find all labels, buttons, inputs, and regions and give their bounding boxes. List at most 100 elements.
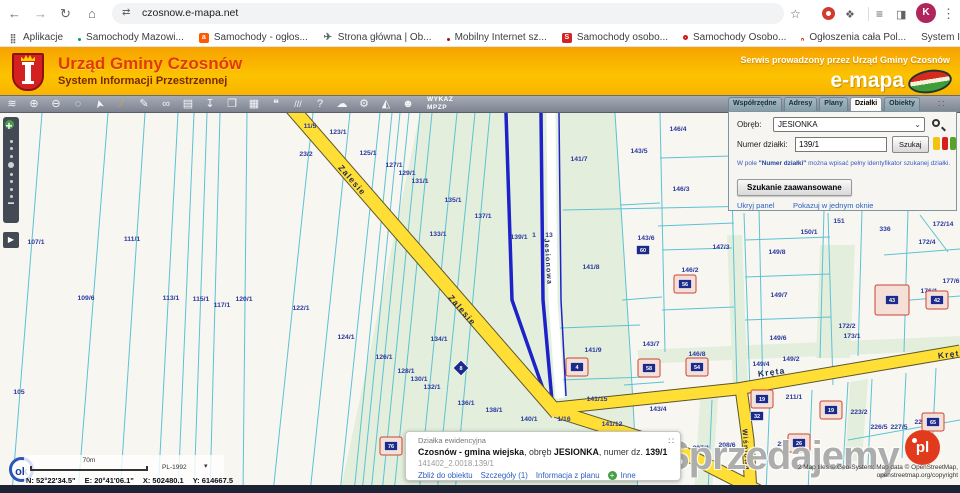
user-chat-icon[interactable]: ☻ xyxy=(401,96,415,112)
parcel-line xyxy=(243,113,247,493)
cloud-icon[interactable]: ☁ xyxy=(335,96,349,112)
favicon: L xyxy=(801,38,804,41)
chevron-down-icon: ⌄ xyxy=(914,120,921,129)
measure-stick-icon[interactable]: ∕ xyxy=(115,96,129,112)
tab-współrzędne[interactable]: Współrzędne xyxy=(728,97,782,112)
puzzle-extensions-icon[interactable]: ❖ xyxy=(845,6,855,24)
settings-icon[interactable]: ⚙ xyxy=(357,96,371,112)
profile-avatar[interactable]: K xyxy=(916,3,936,23)
forward-icon[interactable]: → xyxy=(34,5,47,23)
tab-plany[interactable]: Plany xyxy=(819,97,848,112)
side-panel-icon[interactable]: ◨ xyxy=(896,6,906,24)
anchor-icon[interactable]: ↧ xyxy=(203,96,217,112)
expand-panel-arrow[interactable]: ▶ xyxy=(3,232,19,248)
parcel-label: 109/6 xyxy=(77,295,94,302)
obreb-label: Obręb: xyxy=(737,120,761,129)
browser-menu-icon[interactable]: ⋮ xyxy=(942,5,955,23)
page-subtitle: System Informacji Przestrzennej xyxy=(58,75,227,87)
link-icon[interactable]: ∞ xyxy=(159,96,173,112)
zoom-out-icon[interactable]: ⊖ xyxy=(49,96,63,112)
parcel-label: 146/2 xyxy=(681,267,698,274)
legend-swatch-red[interactable] xyxy=(942,137,948,150)
bottom-bar xyxy=(0,485,960,493)
parcel-label: 143/7 xyxy=(642,341,659,348)
building-number: 19 xyxy=(759,397,765,403)
popup-link[interactable]: Informacja z planu xyxy=(536,471,600,480)
panel-close-icon[interactable]: ∷ xyxy=(938,99,944,110)
site-settings-icon[interactable]: ⇄ xyxy=(122,7,130,18)
reload-icon[interactable]: ↻ xyxy=(60,5,71,23)
back-icon[interactable]: ← xyxy=(8,5,21,23)
draw-line-icon[interactable]: ✎ xyxy=(137,96,151,112)
search-icon[interactable] xyxy=(932,119,940,127)
parcel-label: 150/1 xyxy=(800,229,817,236)
bookmark-item[interactable]: ⣿Aplikacje xyxy=(8,32,63,43)
single-window-link[interactable]: Pokazuj w jednym oknie xyxy=(793,201,873,210)
popup-link[interactable]: Inne xyxy=(621,471,636,480)
home-icon[interactable]: ⌂ xyxy=(88,5,96,23)
pointer-icon[interactable]: ➤ xyxy=(90,95,109,113)
bookmark-item[interactable]: L Ogłoszenia cała Pol... xyxy=(801,32,906,43)
browser-topbar: ← → ↻ ⌂ ⇄ czosnow.e-mapa.net ☆ ❖ ≡ ◨ K ⋮ xyxy=(0,0,960,28)
reading-list-icon[interactable]: ≡ xyxy=(876,5,883,23)
parcel-label: 129/1 xyxy=(398,170,415,177)
parcel-label: 137/1 xyxy=(474,213,491,220)
zoom-in-icon[interactable]: ⊕ xyxy=(27,96,41,112)
zoom-out-button[interactable]: − xyxy=(3,198,19,208)
bookmark-item[interactable]: SSamochody osobo... xyxy=(562,32,668,43)
popup-close-icon[interactable]: ∷ xyxy=(668,436,674,447)
plus-icon[interactable]: + xyxy=(608,471,617,480)
zoom-slider[interactable]: + − xyxy=(3,117,19,223)
layout-icon[interactable]: ▦ xyxy=(247,96,261,112)
parcel-label: 124/1 xyxy=(337,334,354,341)
parcel-line xyxy=(660,113,665,352)
bookmark-item[interactable]: Mobilny Internet sz... xyxy=(447,32,547,43)
szukaj-button[interactable]: Szukaj xyxy=(892,136,929,153)
prism-icon[interactable]: ◭ xyxy=(379,96,393,112)
popup-link[interactable]: Zbliż do obiektu xyxy=(418,471,473,480)
adblock-extension-icon[interactable] xyxy=(822,7,835,20)
tab-działki[interactable]: Działki xyxy=(850,97,882,112)
legend-swatch-green[interactable] xyxy=(950,137,956,150)
service-note: Serwis prowadzony przez Urząd Gminy Czos… xyxy=(740,55,950,65)
parcel-line xyxy=(620,203,660,205)
bookmark-item[interactable]: Samochody Osobo... xyxy=(683,32,786,43)
legend-swatch-yellow[interactable] xyxy=(933,137,940,150)
bookmark-star-icon[interactable]: ☆ xyxy=(790,5,801,23)
obreb-select[interactable]: JESIONKA⌄ xyxy=(773,117,925,132)
building-number: 76 xyxy=(388,444,394,450)
zoom-in-button[interactable]: + xyxy=(5,120,14,129)
copy-view-icon[interactable]: ❐ xyxy=(225,96,239,112)
bookmark-item[interactable]: ✈Strona główna | Ob... xyxy=(323,32,432,43)
bookmark-item[interactable]: Samochody Mazowi... xyxy=(78,32,184,43)
help-icon[interactable]: ? xyxy=(313,96,327,112)
tab-adresy[interactable]: Adresy xyxy=(784,97,818,112)
comment-icon[interactable]: ❝ xyxy=(269,96,283,112)
parcel-label: 147/3 xyxy=(712,244,729,251)
attribution-line2[interactable]: openstreetmap.org/copyright xyxy=(798,472,958,480)
address-bar[interactable]: ⇄ czosnow.e-mapa.net xyxy=(112,3,784,24)
bookmark-label: Ogłoszenia cała Pol... xyxy=(809,32,906,43)
tab-obiekty[interactable]: Obiekty xyxy=(884,97,920,112)
layers-icon[interactable]: ≋ xyxy=(5,96,19,112)
chevron-down-icon[interactable]: ▾ xyxy=(204,462,208,470)
advanced-search-button[interactable]: Szukanie zaawansowane xyxy=(737,179,852,196)
parcel-label: 141/8 xyxy=(582,264,599,271)
url-text: czosnow.e-mapa.net xyxy=(142,7,238,19)
popup-link[interactable]: Szczegóły (1) xyxy=(481,471,528,480)
parcel-number-input[interactable] xyxy=(795,137,887,152)
parcel-label: 223/2 xyxy=(850,409,867,416)
parcel-line xyxy=(120,113,145,493)
measure-icon[interactable]: /// xyxy=(291,96,305,112)
print-icon[interactable]: ▤ xyxy=(181,96,195,112)
bookmark-item[interactable]: aSamochody - ogłos... xyxy=(199,32,308,43)
select-area-icon[interactable]: ◌ xyxy=(71,96,85,112)
crs-dropdown[interactable]: PL-1992 xyxy=(162,464,187,471)
parcel-line xyxy=(622,297,662,300)
parcel-label: 143/6 xyxy=(637,235,654,242)
parcel-label: 141/9 xyxy=(584,347,601,354)
wykaz-mpzp-button[interactable]: WYKAZMPZP xyxy=(427,96,453,112)
bookmark-item[interactable]: System Informacji P... xyxy=(921,32,960,43)
hide-panel-link[interactable]: Ukryj panel xyxy=(737,201,775,210)
bookmark-label: Samochody - ogłos... xyxy=(214,32,308,43)
